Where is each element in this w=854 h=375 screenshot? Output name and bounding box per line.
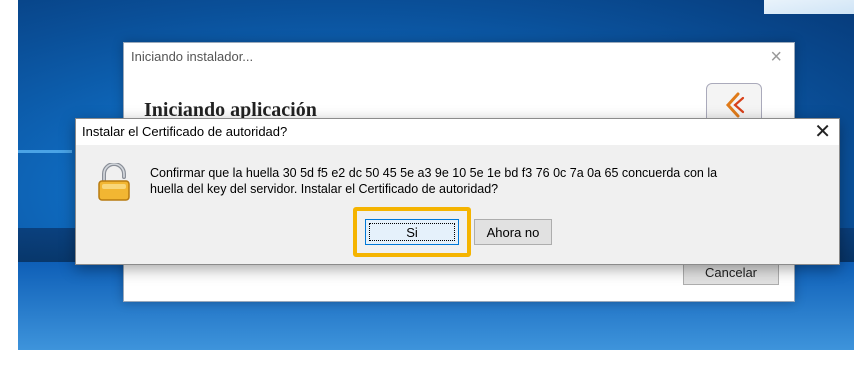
dialog-titlebar: Instalar el Certificado de autoridad? ✕ — [76, 119, 839, 145]
dialog-message: Confirmar que la huella 30 5d f5 e2 dc 5… — [150, 165, 810, 197]
installer-close-icon[interactable]: × — [770, 45, 782, 69]
highlight-box — [353, 207, 471, 257]
message-line-1: Confirmar que la huella 30 5d f5 e2 dc 5… — [150, 166, 718, 180]
no-button-label: Ahora no — [486, 224, 540, 240]
dialog-title: Instalar el Certificado de autoridad? — [82, 124, 288, 139]
corner-decoration — [764, 0, 854, 14]
screenshot-margin-bottom — [0, 350, 854, 375]
installer-title: Iniciando instalador... — [131, 49, 254, 64]
message-line-2: huella del key del servidor. Instalar el… — [150, 182, 499, 196]
no-button[interactable]: Ahora no — [474, 219, 552, 245]
padlock-icon — [96, 162, 132, 208]
dialog-close-icon[interactable]: ✕ — [814, 119, 831, 145]
screenshot-margin-left — [0, 0, 18, 375]
